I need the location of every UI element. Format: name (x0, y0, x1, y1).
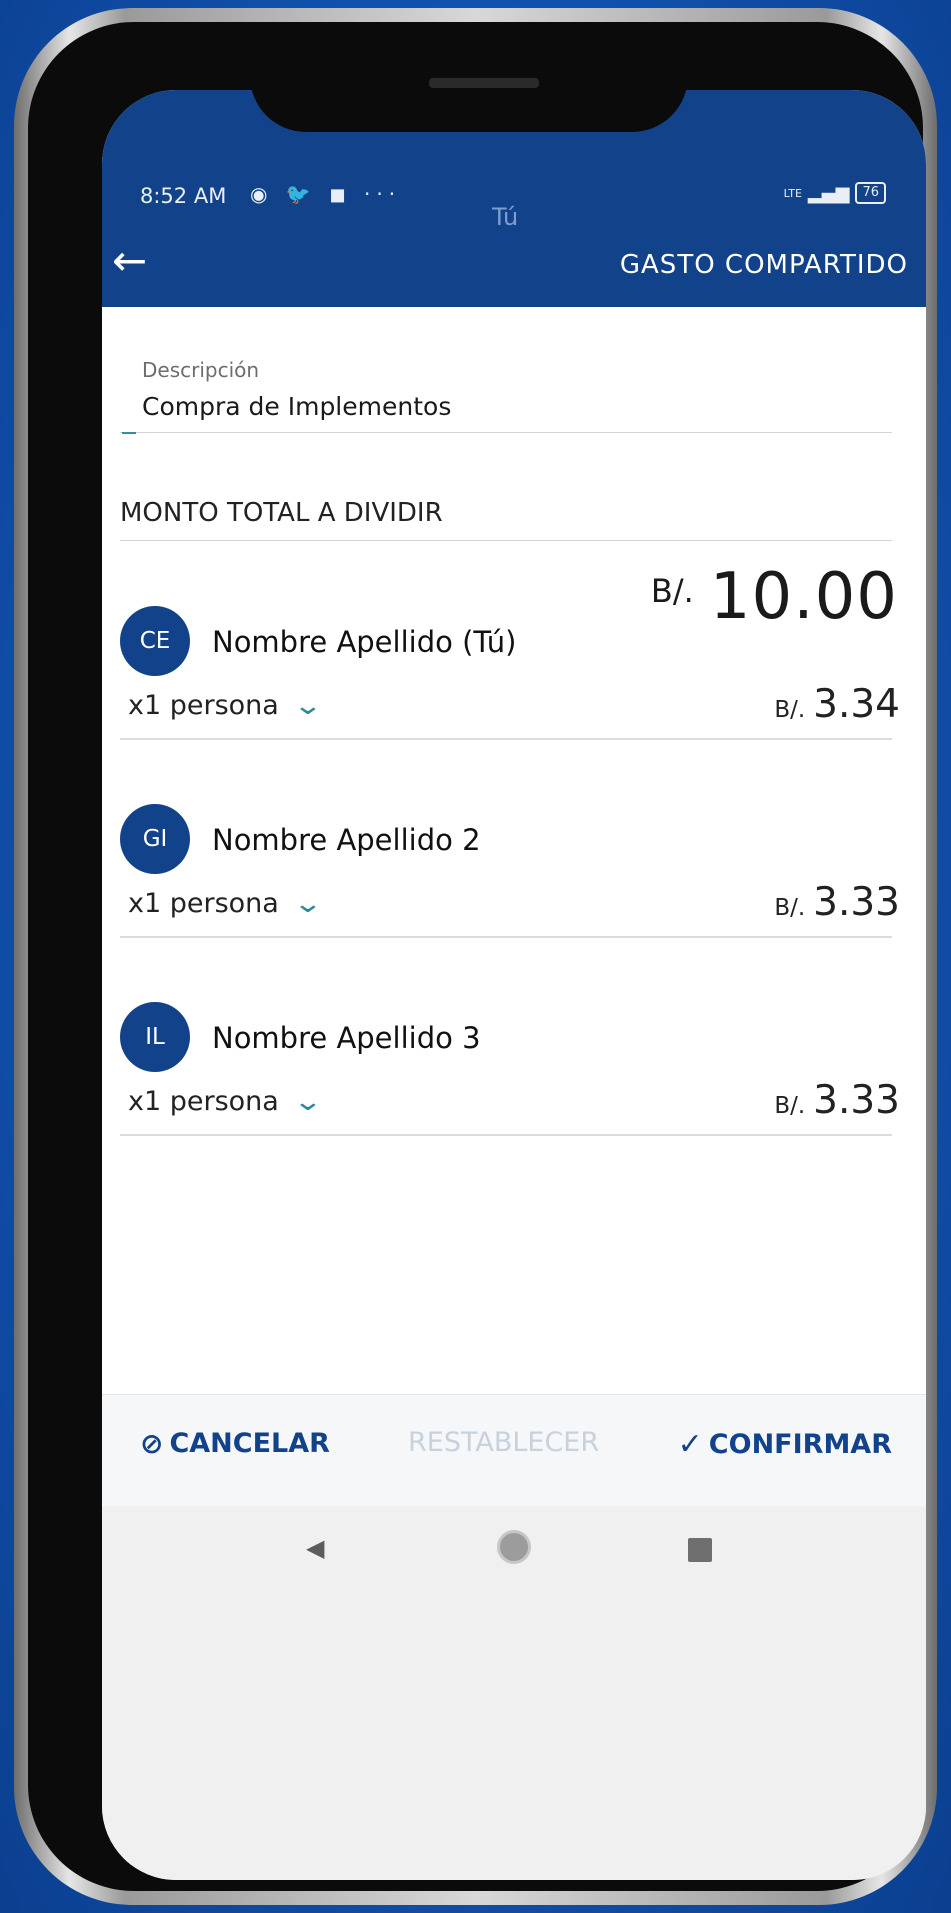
cancel-icon: ⊘ (140, 1427, 164, 1460)
confirm-button[interactable]: ✓ CONFIRMAR (678, 1427, 892, 1462)
phone-speaker (429, 78, 539, 88)
description-label: Descripción (142, 358, 260, 382)
participant-amount-value: 3.34 (813, 682, 900, 727)
cancel-label: CANCELAR (169, 1428, 330, 1459)
screen: 8:52 AM ◉ 🐦 ◼ ··· LTE ▂▄▆ 76 Tú ← GASTO … (102, 90, 926, 1880)
total-label: MONTO TOTAL A DIVIDIR (120, 498, 443, 528)
participant-currency: B/. (774, 1093, 806, 1119)
participant-name: Nombre Apellido 2 (212, 823, 481, 857)
status-notification-icons: ◉ 🐦 ◼ ··· (250, 182, 402, 206)
check-icon: ✓ (677, 1427, 703, 1462)
avatar: GI (120, 804, 190, 874)
participant-amount-value: 3.33 (813, 880, 900, 925)
participant-row: CE Nombre Apellido (Tú) x1 persona ⌄ B/.… (102, 606, 926, 766)
cancel-button[interactable]: ⊘ CANCELAR (140, 1427, 330, 1460)
avatar: CE (120, 606, 190, 676)
phone-bezel: 8:52 AM ◉ 🐦 ◼ ··· LTE ▂▄▆ 76 Tú ← GASTO … (28, 22, 926, 1891)
appbar-hint-text: Tú (492, 203, 519, 231)
description-cursor (122, 432, 136, 434)
participant-amount-value: 3.33 (813, 1078, 900, 1123)
participant-amount: B/. 3.34 (774, 682, 900, 727)
network-icon: LTE (783, 186, 802, 200)
signal-icon: ▂▄▆ (807, 182, 850, 204)
participant-divider (120, 1134, 892, 1136)
participant-name: Nombre Apellido (Tú) (212, 625, 517, 659)
action-bar-divider (102, 1394, 926, 1395)
person-count-label: x1 persona (128, 690, 279, 721)
participant-row: IL Nombre Apellido 3 x1 persona ⌄ B/. 3.… (102, 1002, 926, 1162)
person-count-dropdown[interactable]: x1 persona ⌄ (128, 1086, 323, 1117)
participant-currency: B/. (774, 697, 806, 723)
page-title: GASTO COMPARTIDO (619, 250, 908, 280)
description-input[interactable]: Compra de Implementos (142, 392, 451, 421)
status-time: 8:52 AM (140, 184, 227, 208)
person-count-label: x1 persona (128, 888, 279, 919)
participant-amount: B/. 3.33 (774, 880, 900, 925)
participant-amount: B/. 3.33 (774, 1078, 900, 1123)
battery-icon: 76 (855, 182, 886, 204)
reset-button[interactable]: RESTABLECER (408, 1427, 599, 1458)
avatar: IL (120, 1002, 190, 1072)
participant-divider (120, 936, 892, 938)
person-count-dropdown[interactable]: x1 persona ⌄ (128, 690, 323, 721)
description-underline (120, 432, 892, 433)
status-right: LTE ▂▄▆ 76 (784, 182, 886, 204)
participant-currency: B/. (774, 895, 806, 921)
nav-back-icon[interactable]: ◀ (306, 1534, 324, 1562)
chevron-down-icon: ⌄ (292, 888, 323, 919)
total-currency: B/. (650, 572, 694, 610)
confirm-label: CONFIRMAR (708, 1429, 892, 1460)
chevron-down-icon: ⌄ (292, 1086, 323, 1117)
reset-label: RESTABLECER (408, 1427, 600, 1458)
chevron-down-icon: ⌄ (292, 690, 323, 721)
back-arrow-icon[interactable]: ← (112, 240, 147, 282)
person-count-dropdown[interactable]: x1 persona ⌄ (128, 888, 323, 919)
nav-recents-icon[interactable] (688, 1538, 712, 1562)
person-count-label: x1 persona (128, 1086, 279, 1117)
participant-divider (120, 738, 892, 740)
participant-name: Nombre Apellido 3 (212, 1021, 481, 1055)
participant-row: GI Nombre Apellido 2 x1 persona ⌄ B/. 3.… (102, 804, 926, 964)
nav-home-icon[interactable] (497, 1530, 531, 1564)
total-divider (120, 540, 892, 541)
